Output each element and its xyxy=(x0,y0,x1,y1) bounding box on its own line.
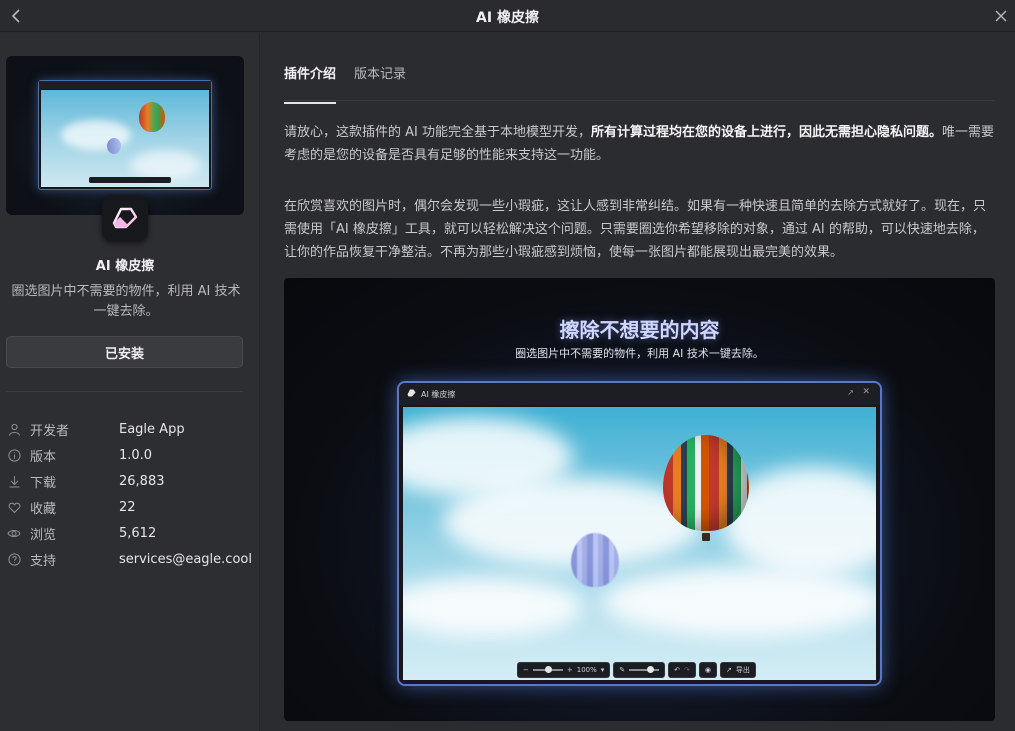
info-row-support: 支持 services@eagle.cool xyxy=(6,546,256,572)
plugin-sidebar: AI 橡皮擦 圈选图片中不需要的物件，利用 AI 技术一键去除。 已安装 开发者… xyxy=(0,33,260,731)
eraser-app-icon xyxy=(102,195,148,241)
info-row-developer: 开发者 Eagle App xyxy=(6,416,256,442)
info-value: 22 xyxy=(119,499,136,515)
undo-icon: ↶ xyxy=(674,666,681,674)
plugin-cover-image xyxy=(6,56,244,215)
info-value: Eagle App xyxy=(119,421,185,437)
sky-photo xyxy=(403,407,876,680)
installed-button[interactable]: 已安装 xyxy=(6,336,243,368)
title-bar: AI 橡皮擦 xyxy=(0,0,1015,32)
privacy-text-start: 请放心，这款插件的 AI 功能完全基于本地模型开发， xyxy=(284,125,591,140)
info-value: 1.0.0 xyxy=(119,447,153,463)
info-label: 开发者 xyxy=(30,423,70,439)
privacy-text-bold: 所有计算过程均在您的设备上进行，因此无需担心隐私问题。 xyxy=(591,125,943,140)
redo-icon: ↷ xyxy=(684,666,690,674)
brush-icon: ✎ xyxy=(619,666,626,674)
info-label: 浏览 xyxy=(30,527,57,543)
info-label: 支持 xyxy=(30,553,57,569)
export-control: ↗ 导出 xyxy=(720,662,756,678)
info-icon xyxy=(6,447,22,463)
promo-editor-toolbar: − + 100% ▾ ✎ ↶ ↷ ◉ ↗ 导出 xyxy=(517,662,756,678)
tab-divider xyxy=(284,100,995,101)
intro-paragraph-usage: 在欣赏喜欢的图片时，偶尔会发现一些小瑕疵，这让人感到非常纠结。如果有一种快速且简… xyxy=(284,199,987,260)
sidebar-divider xyxy=(6,391,243,392)
close-icon: ✕ xyxy=(862,387,870,397)
help-icon xyxy=(6,551,22,567)
preview-control: ◉ xyxy=(698,662,718,678)
promo-title: 擦除不想要的内容 xyxy=(559,318,720,342)
zoom-out-icon: − xyxy=(523,666,529,674)
zoom-in-icon: + xyxy=(566,666,573,674)
download-icon xyxy=(6,473,22,489)
eye-icon: ◉ xyxy=(704,666,712,674)
info-label: 收藏 xyxy=(30,501,57,517)
zoom-controls: − + 100% ▾ xyxy=(517,662,611,678)
promo-app-window: AI 橡皮擦 ↗ ✕ − + 100% ▾ ✎ ↶ ↷ ◉ ↗ 导出 xyxy=(397,381,882,686)
info-row-version: 版本 1.0.0 xyxy=(6,442,256,468)
app-description: 圈选图片中不需要的物件，利用 AI 技术一键去除。 xyxy=(11,284,241,319)
plugin-detail-main: 插件介绍 版本记录 请放心，这款插件的 AI 功能完全基于本地模型开发，所有计算… xyxy=(261,33,1015,731)
history-controls: ↶ ↷ xyxy=(668,662,696,678)
eraser-icon xyxy=(407,389,416,399)
promo-image: 擦除不想要的内容 圈选图片中不需要的物件，利用 AI 技术一键去除。 AI 橡皮… xyxy=(284,278,995,721)
promo-window-title: AI 橡皮擦 xyxy=(421,389,456,399)
user-icon xyxy=(6,421,22,437)
brush-controls: ✎ xyxy=(613,662,666,678)
pin-icon: ↗ xyxy=(847,388,854,397)
detail-tabs: 插件介绍 版本记录 xyxy=(284,63,406,104)
small-balloon xyxy=(571,533,619,587)
heart-icon xyxy=(6,499,22,515)
plugin-info-list: 开发者 Eagle App 版本 1.0.0 下载 26,883 收藏 22 浏… xyxy=(6,416,256,572)
tab-introduction[interactable]: 插件介绍 xyxy=(284,63,337,104)
info-value: 5,612 xyxy=(119,525,157,541)
info-value: 26,883 xyxy=(119,473,165,489)
zoom-slider xyxy=(532,666,563,673)
chevron-down-icon: ▾ xyxy=(600,666,605,674)
eye-icon xyxy=(6,525,22,541)
info-label: 版本 xyxy=(30,449,57,465)
info-label: 下载 xyxy=(30,475,57,491)
zoom-level: 100% xyxy=(576,666,597,674)
app-name: AI 橡皮擦 xyxy=(95,259,155,274)
close-icon[interactable] xyxy=(991,6,1011,26)
brush-size-slider xyxy=(629,666,660,673)
export-icon: ↗ xyxy=(726,666,732,674)
window-title: AI 橡皮擦 xyxy=(476,10,539,26)
balloon-basket xyxy=(702,533,710,541)
info-row-downloads: 下载 26,883 xyxy=(6,468,256,494)
tab-changelog[interactable]: 版本记录 xyxy=(354,63,406,104)
promo-subtitle: 圈选图片中不需要的物件，利用 AI 技术一键去除。 xyxy=(515,347,764,360)
cover-window-preview xyxy=(38,80,212,190)
export-label: 导出 xyxy=(735,666,750,674)
info-row-favorites: 收藏 22 xyxy=(6,494,256,520)
promo-window-titlebar: AI 橡皮擦 ↗ ✕ xyxy=(399,383,880,405)
hot-air-balloon xyxy=(663,435,749,531)
intro-paragraph-privacy: 请放心，这款插件的 AI 功能完全基于本地模型开发，所有计算过程均在您的设备上进… xyxy=(284,121,996,167)
info-row-views: 浏览 5,612 xyxy=(6,520,256,546)
support-email-link[interactable]: services@eagle.cool xyxy=(119,552,252,567)
